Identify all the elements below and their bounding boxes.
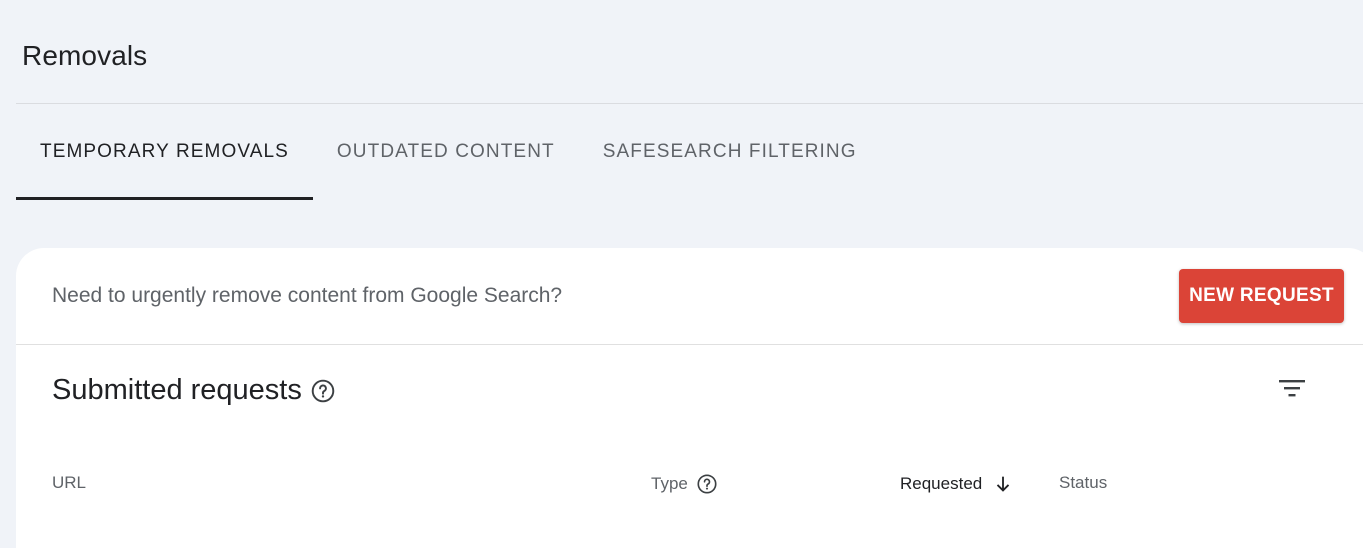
column-status-label: Status (1059, 473, 1108, 492)
tab-temporary-removals[interactable]: TEMPORARY REMOVALS (16, 104, 313, 200)
column-type-label: Type (651, 474, 688, 493)
column-url-label: URL (52, 473, 87, 492)
column-requested-label: Requested (900, 474, 983, 493)
help-circle-icon[interactable] (696, 473, 718, 495)
removals-card: Need to urgently remove content from Goo… (16, 248, 1363, 548)
tab-bar: TEMPORARY REMOVALS OUTDATED CONTENT SAFE… (16, 104, 881, 200)
column-header-requested[interactable]: Requested (900, 473, 1014, 495)
filter-list-icon[interactable] (1276, 374, 1308, 406)
tab-outdated-content[interactable]: OUTDATED CONTENT (313, 104, 579, 200)
section-title: Submitted requests (52, 374, 336, 407)
page-title: Removals (22, 40, 148, 71)
help-circle-icon[interactable] (310, 378, 336, 404)
new-request-button[interactable]: NEW REQUEST (1179, 269, 1344, 323)
card-divider (16, 344, 1363, 345)
submitted-requests-title: Submitted requests (52, 374, 302, 406)
column-header-url[interactable]: URL (52, 473, 86, 493)
column-header-status[interactable]: Status (1059, 473, 1107, 493)
tab-safesearch-filtering[interactable]: SAFESEARCH FILTERING (579, 104, 881, 200)
banner-text: Need to urgently remove content from Goo… (52, 284, 563, 307)
column-header-type[interactable]: Type (651, 473, 718, 495)
arrow-down-icon (992, 473, 1014, 495)
